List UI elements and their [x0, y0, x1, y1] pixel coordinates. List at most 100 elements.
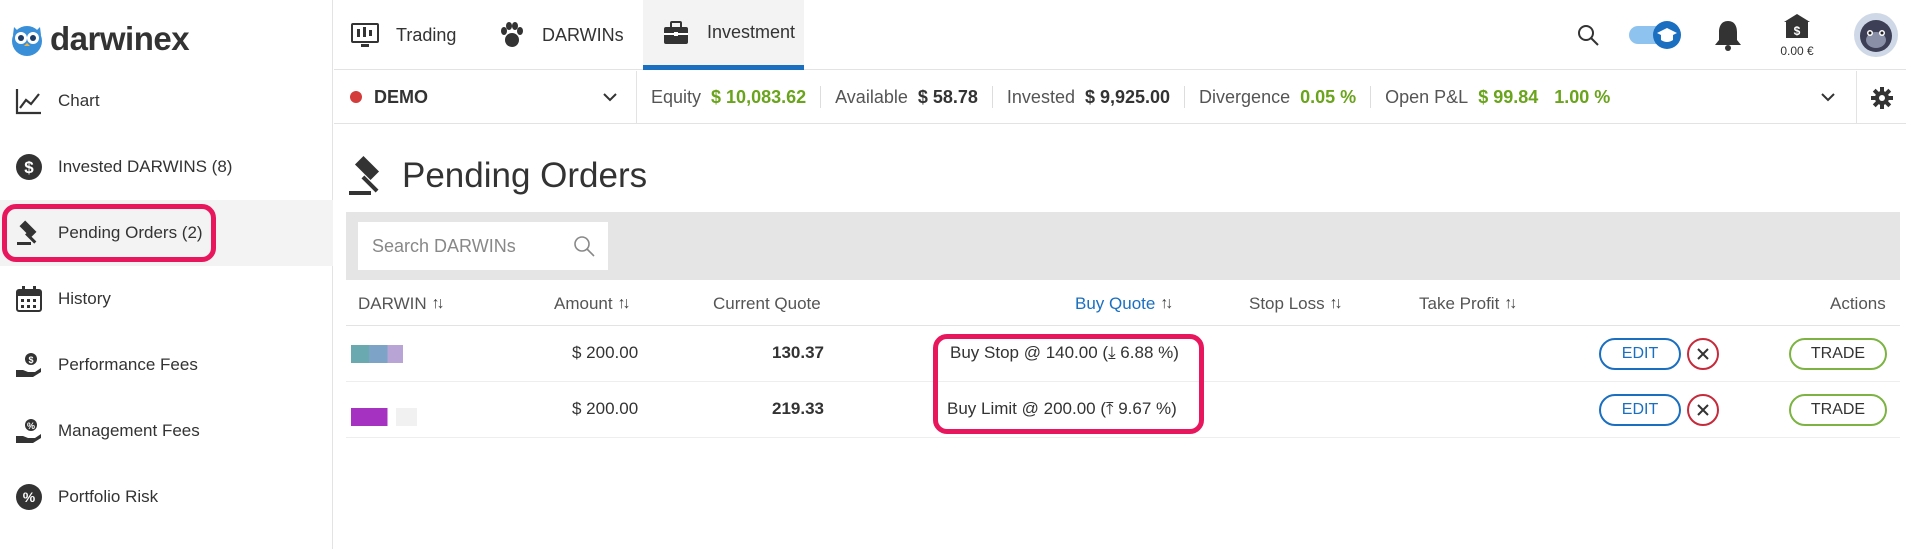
svg-text:$: $ — [1794, 24, 1801, 38]
notifications-button[interactable] — [1706, 0, 1750, 70]
top-nav: Trading DARWINs Investment $ 0.00 € — [334, 0, 1906, 70]
search-icon — [1578, 25, 1599, 46]
sidebar-item-chart[interactable]: Chart — [0, 68, 333, 134]
sort-icon: ↑↓ — [617, 295, 631, 312]
buy-quote-cell: Buy Stop @ 140.00 (⤓ 6.88 %) — [950, 343, 1179, 362]
darwin-thumbnail[interactable] — [351, 345, 403, 363]
col-stop-loss[interactable]: Stop Loss ↑↓ — [1249, 294, 1343, 314]
search-box — [358, 222, 608, 270]
sidebar-item-invested-darwins[interactable]: $ Invested DARWINS (8) — [0, 134, 333, 200]
trade-label: TRADE — [1810, 345, 1866, 362]
close-icon — [1697, 348, 1709, 360]
open-pnl-stat: Open P&L $ 99.84 1.00 % — [1371, 71, 1624, 124]
tab-label: Trading — [396, 24, 457, 45]
trade-label: TRADE — [1810, 401, 1866, 418]
paw-icon — [501, 22, 523, 47]
edit-button[interactable]: EDIT — [1599, 394, 1681, 426]
page-heading: Pending Orders — [402, 156, 648, 195]
edit-label: EDIT — [1621, 345, 1659, 362]
sidebar-item-pending-orders[interactable]: Pending Orders (2) — [0, 200, 333, 266]
col-label: Take Profit — [1419, 294, 1500, 313]
trade-button[interactable]: TRADE — [1789, 338, 1887, 370]
account-summary-bar: DEMO Equity $ 10,083.62 Available $ 58.7… — [334, 70, 1906, 124]
col-current-quote: Current Quote — [713, 294, 821, 314]
svg-text:$: $ — [24, 158, 34, 177]
hand-percent-icon: % — [12, 414, 46, 448]
col-take-profit[interactable]: Take Profit ↑↓ — [1419, 294, 1517, 314]
gavel-icon — [349, 155, 380, 195]
account-name: DEMO — [374, 86, 428, 107]
available-label: Available — [835, 86, 908, 107]
col-actions: Actions — [1830, 294, 1886, 314]
col-label: DARWIN — [358, 294, 427, 313]
expand-chevron-icon[interactable] — [1820, 89, 1836, 105]
bell-icon — [1715, 21, 1741, 51]
brand-name: darwinex — [50, 20, 190, 57]
available-value: $ 58.78 — [917, 86, 978, 107]
cancel-order-button[interactable] — [1687, 394, 1719, 426]
academy-toggle[interactable] — [1626, 0, 1686, 70]
sidebar-item-label: History — [58, 289, 111, 308]
avatar — [1854, 13, 1898, 57]
sidebar-item-label: Pending Orders (2) — [58, 223, 203, 242]
percent-circle-icon: % — [12, 480, 46, 514]
table-row: $ 200.00 130.37 Buy Stop @ 140.00 (⤓ 6.8… — [346, 326, 1900, 382]
pending-orders-table: DARWIN ↑↓ Amount ↑↓ Current Quote Buy Quot… — [346, 284, 1900, 438]
account-status-dot — [350, 91, 362, 103]
search-button[interactable] — [1566, 0, 1610, 70]
col-darwin[interactable]: DARWIN ↑↓ — [358, 294, 445, 314]
wallet-button[interactable]: $ 0.00 € — [1766, 0, 1828, 70]
table-header: DARWIN ↑↓ Amount ↑↓ Current Quote Buy Quot… — [346, 284, 1900, 326]
graduation-cap-toggle-icon — [1629, 21, 1681, 49]
col-label: Current Quote — [713, 294, 821, 313]
calendar-icon — [12, 282, 46, 316]
candlestick-monitor-icon — [351, 23, 379, 47]
hand-coin-icon: $ — [12, 348, 46, 382]
trade-button[interactable]: TRADE — [1789, 394, 1887, 426]
equity-value: $ 10,083.62 — [711, 86, 807, 107]
owl-logo-icon — [12, 26, 42, 56]
sidebar-item-label: Performance Fees — [58, 355, 198, 374]
settings-button[interactable] — [1856, 71, 1906, 124]
svg-text:$: $ — [28, 355, 33, 365]
close-icon — [1697, 404, 1709, 416]
sort-icon: ↑↓ — [1329, 295, 1343, 312]
col-label: Amount — [554, 294, 613, 313]
sidebar-item-label: Chart — [58, 91, 100, 110]
brand-logo[interactable]: darwinex — [10, 14, 190, 64]
bank-dollar-icon: $ — [1784, 14, 1810, 38]
tab-label: DARWINs — [542, 24, 624, 45]
col-label: Actions — [1830, 294, 1886, 313]
sort-icon: ↑↓ — [431, 295, 445, 312]
sort-icon: ↑↓ — [1504, 295, 1517, 312]
darwin-thumbnail[interactable] — [351, 408, 417, 426]
tab-darwins[interactable]: DARWINs — [496, 0, 638, 70]
open-pnl-label: Open P&L — [1385, 86, 1469, 107]
sidebar-nav: Chart $ Invested DARWINS (8) Pending Ord… — [0, 68, 333, 530]
current-quote-cell: 219.33 — [772, 399, 824, 418]
open-pnl-value: $ 99.84 — [1478, 86, 1539, 107]
page-title: Pending Orders — [346, 154, 647, 198]
sidebar-item-history[interactable]: History — [0, 266, 333, 332]
invested-label: Invested — [1006, 86, 1075, 107]
chart-line-icon — [12, 84, 46, 118]
open-pnl-percent: 1.00 % — [1554, 86, 1611, 107]
tab-investment[interactable]: Investment — [643, 0, 804, 70]
tab-trading[interactable]: Trading — [350, 0, 470, 70]
account-selector[interactable]: DEMO — [334, 70, 637, 124]
sidebar-item-performance-fees[interactable]: $ Performance Fees — [0, 332, 333, 398]
col-buy-quote[interactable]: Buy Quote ↑↓ — [1075, 294, 1173, 314]
col-amount[interactable]: Amount ↑↓ — [554, 294, 631, 314]
sidebar-item-portfolio-risk[interactable]: % Portfolio Risk — [0, 464, 333, 530]
search-input[interactable] — [372, 235, 562, 257]
edit-button[interactable]: EDIT — [1599, 338, 1681, 370]
search-icon[interactable] — [572, 234, 596, 258]
sidebar-item-management-fees[interactable]: % Management Fees — [0, 398, 333, 464]
user-avatar[interactable] — [1846, 0, 1906, 70]
chevron-down-icon — [603, 92, 617, 101]
briefcase-icon — [664, 20, 688, 44]
available-stat: Available $ 58.78 — [821, 71, 992, 124]
filter-bar — [346, 212, 1900, 280]
gear-icon — [1870, 86, 1893, 109]
cancel-order-button[interactable] — [1687, 338, 1719, 370]
